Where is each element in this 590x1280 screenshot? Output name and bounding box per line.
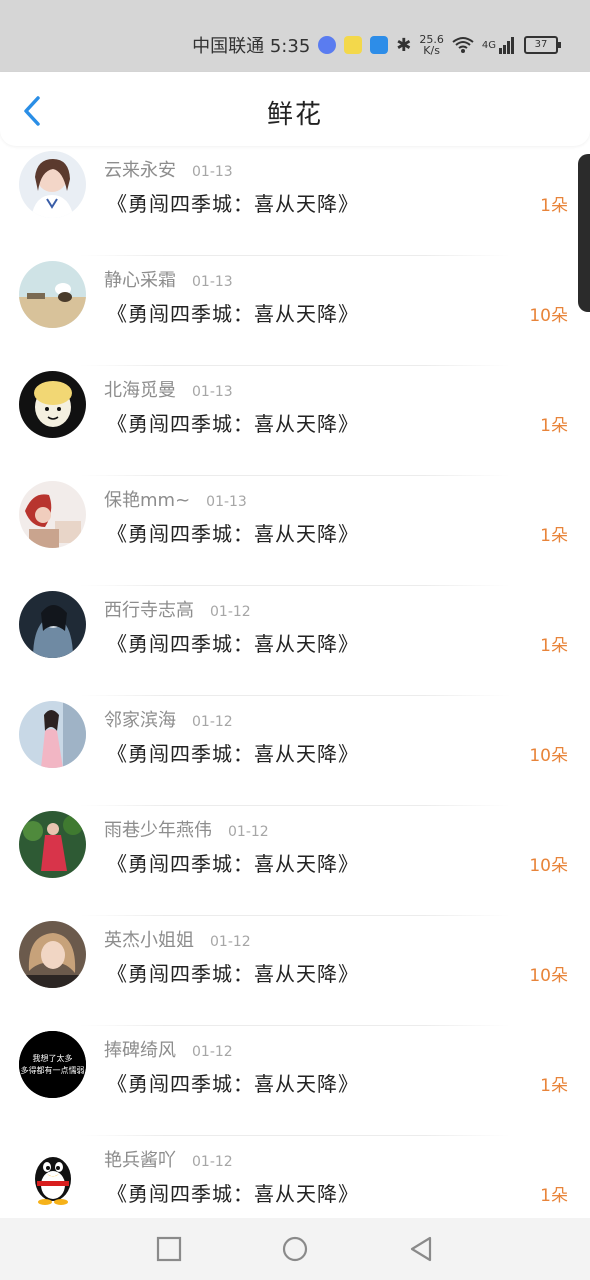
gift-date: 01-13 bbox=[192, 384, 233, 400]
gift-date: 01-12 bbox=[192, 1154, 233, 1170]
gift-date: 01-12 bbox=[192, 1044, 233, 1060]
recents-button[interactable] bbox=[156, 1236, 182, 1262]
list-item[interactable]: 北海觅曼 01-13 《勇闯四季城：喜从天降》 1朵 bbox=[0, 366, 590, 476]
circle-home-icon bbox=[282, 1236, 308, 1262]
signal-icon bbox=[499, 37, 514, 54]
network-type: 4G bbox=[481, 39, 496, 51]
wifi-icon bbox=[452, 37, 474, 53]
user-name: 云来永安 bbox=[104, 160, 176, 181]
avatar[interactable] bbox=[19, 1141, 86, 1208]
triangle-back-icon bbox=[410, 1236, 432, 1262]
name-line: 保艳mm~ 01-13 bbox=[104, 486, 247, 512]
flower-amount: 1朵 bbox=[540, 196, 568, 216]
emoji-app-icon bbox=[344, 36, 363, 54]
name-line: 云来永安 01-13 bbox=[104, 156, 233, 182]
avatar[interactable] bbox=[19, 481, 86, 548]
list-item[interactable]: 我想了太多多得都有一点懦弱 捧碑绮风 01-12 《勇闯四季城：喜从天降》 1朵 bbox=[0, 1026, 590, 1136]
gift-date: 01-13 bbox=[192, 274, 233, 290]
flower-amount: 10朵 bbox=[529, 966, 568, 986]
work-title: 《勇闯四季城：喜从天降》 bbox=[107, 1072, 359, 1096]
avatar[interactable] bbox=[19, 151, 86, 218]
work-title: 《勇闯四季城：喜从天降》 bbox=[107, 1182, 359, 1206]
name-line: 英杰小姐姐 01-12 bbox=[104, 926, 251, 952]
work-title: 《勇闯四季城：喜从天降》 bbox=[107, 192, 359, 216]
gift-date: 01-12 bbox=[210, 934, 251, 950]
flower-amount: 10朵 bbox=[529, 746, 568, 766]
flower-amount: 10朵 bbox=[529, 306, 568, 326]
avatar[interactable] bbox=[19, 371, 86, 438]
name-line: 捧碑绮风 01-12 bbox=[104, 1036, 233, 1062]
avatar[interactable] bbox=[19, 811, 86, 878]
net-speed: 25.6 K/s bbox=[419, 34, 444, 56]
flower-gift-list[interactable]: 云来永安 01-13 《勇闯四季城：喜从天降》 1朵 静心采霜 01-13 《勇… bbox=[0, 146, 590, 1218]
bluetooth-icon: ✱ bbox=[396, 34, 412, 56]
music-app-icon bbox=[318, 36, 337, 54]
user-name: 邻家滨海 bbox=[104, 710, 176, 731]
gift-date: 01-12 bbox=[228, 824, 269, 840]
page-title: 鲜花 bbox=[266, 100, 323, 130]
square-recents-icon bbox=[156, 1236, 182, 1262]
list-item[interactable]: 保艳mm~ 01-13 《勇闯四季城：喜从天降》 1朵 bbox=[0, 476, 590, 586]
net-speed-unit: K/s bbox=[423, 44, 440, 57]
list-item[interactable]: 西行寺志高 01-12 《勇闯四季城：喜从天降》 1朵 bbox=[0, 586, 590, 696]
name-line: 雨巷少年燕伟 01-12 bbox=[104, 816, 269, 842]
flower-amount: 1朵 bbox=[540, 636, 568, 656]
flower-amount: 1朵 bbox=[540, 1186, 568, 1206]
header: 鲜花 bbox=[0, 72, 590, 146]
system-back-button[interactable] bbox=[408, 1236, 434, 1262]
avatar[interactable] bbox=[19, 261, 86, 328]
avatar-text-line: 多得都有一点懦弱 bbox=[21, 1065, 85, 1075]
list-item[interactable]: 英杰小姐姐 01-12 《勇闯四季城：喜从天降》 10朵 bbox=[0, 916, 590, 1026]
avatar[interactable] bbox=[19, 921, 86, 988]
name-line: 邻家滨海 01-12 bbox=[104, 706, 233, 732]
user-name: 北海觅曼 bbox=[104, 380, 176, 401]
avatar[interactable]: 我想了太多多得都有一点懦弱 bbox=[19, 1031, 86, 1098]
penguin-avatar-icon bbox=[19, 1141, 86, 1208]
system-nav-bar bbox=[0, 1218, 590, 1280]
list-item[interactable]: 云来永安 01-13 《勇闯四季城：喜从天降》 1朵 bbox=[0, 146, 590, 256]
avatar[interactable] bbox=[19, 701, 86, 768]
flower-amount: 1朵 bbox=[540, 526, 568, 546]
work-title: 《勇闯四季城：喜从天降》 bbox=[107, 962, 359, 986]
cloud-app-icon bbox=[370, 36, 389, 54]
gift-date: 01-12 bbox=[210, 604, 251, 620]
user-name: 英杰小姐姐 bbox=[104, 930, 194, 951]
carrier-time: 中国联通 5:35 bbox=[192, 36, 311, 57]
name-line: 北海觅曼 01-13 bbox=[104, 376, 233, 402]
work-title: 《勇闯四季城：喜从天降》 bbox=[107, 632, 359, 656]
user-name: 保艳mm~ bbox=[104, 490, 191, 511]
gift-date: 01-13 bbox=[206, 494, 247, 510]
flower-amount: 1朵 bbox=[540, 416, 568, 436]
work-title: 《勇闯四季城：喜从天降》 bbox=[107, 742, 359, 766]
avatar[interactable] bbox=[19, 591, 86, 658]
user-name: 艳兵酱吖 bbox=[104, 1150, 176, 1171]
user-name: 捧碑绮风 bbox=[104, 1040, 176, 1061]
name-line: 艳兵酱吖 01-12 bbox=[104, 1146, 233, 1172]
battery-icon: 37 bbox=[524, 36, 561, 54]
status-bar-right: 中国联通 5:35 ✱ 25.6 K/s 4G 37 bbox=[192, 30, 561, 60]
list-item[interactable]: 艳兵酱吖 01-12 《勇闯四季城：喜从天降》 1朵 bbox=[0, 1136, 590, 1218]
work-title: 《勇闯四季城：喜从天降》 bbox=[107, 412, 359, 436]
work-title: 《勇闯四季城：喜从天降》 bbox=[107, 852, 359, 876]
flower-amount: 1朵 bbox=[540, 1076, 568, 1096]
name-line: 西行寺志高 01-12 bbox=[104, 596, 251, 622]
list-item[interactable]: 邻家滨海 01-12 《勇闯四季城：喜从天降》 10朵 bbox=[0, 696, 590, 806]
status-bar: 中国联通 5:35 ✱ 25.6 K/s 4G 37 bbox=[0, 0, 590, 72]
side-drawer-handle[interactable] bbox=[578, 154, 590, 312]
flower-amount: 10朵 bbox=[529, 856, 568, 876]
gift-date: 01-12 bbox=[192, 714, 233, 730]
avatar-text-line: 我想了太多 bbox=[33, 1053, 73, 1063]
list-item[interactable]: 雨巷少年燕伟 01-12 《勇闯四季城：喜从天降》 10朵 bbox=[0, 806, 590, 916]
user-name: 西行寺志高 bbox=[104, 600, 194, 621]
user-name: 雨巷少年燕伟 bbox=[104, 820, 212, 841]
home-button[interactable] bbox=[282, 1236, 308, 1262]
gift-date: 01-13 bbox=[192, 164, 233, 180]
work-title: 《勇闯四季城：喜从天降》 bbox=[107, 522, 359, 546]
work-title: 《勇闯四季城：喜从天降》 bbox=[107, 302, 359, 326]
user-name: 静心采霜 bbox=[104, 270, 176, 291]
list-item[interactable]: 静心采霜 01-13 《勇闯四季城：喜从天降》 10朵 bbox=[0, 256, 590, 366]
name-line: 静心采霜 01-13 bbox=[104, 266, 233, 292]
